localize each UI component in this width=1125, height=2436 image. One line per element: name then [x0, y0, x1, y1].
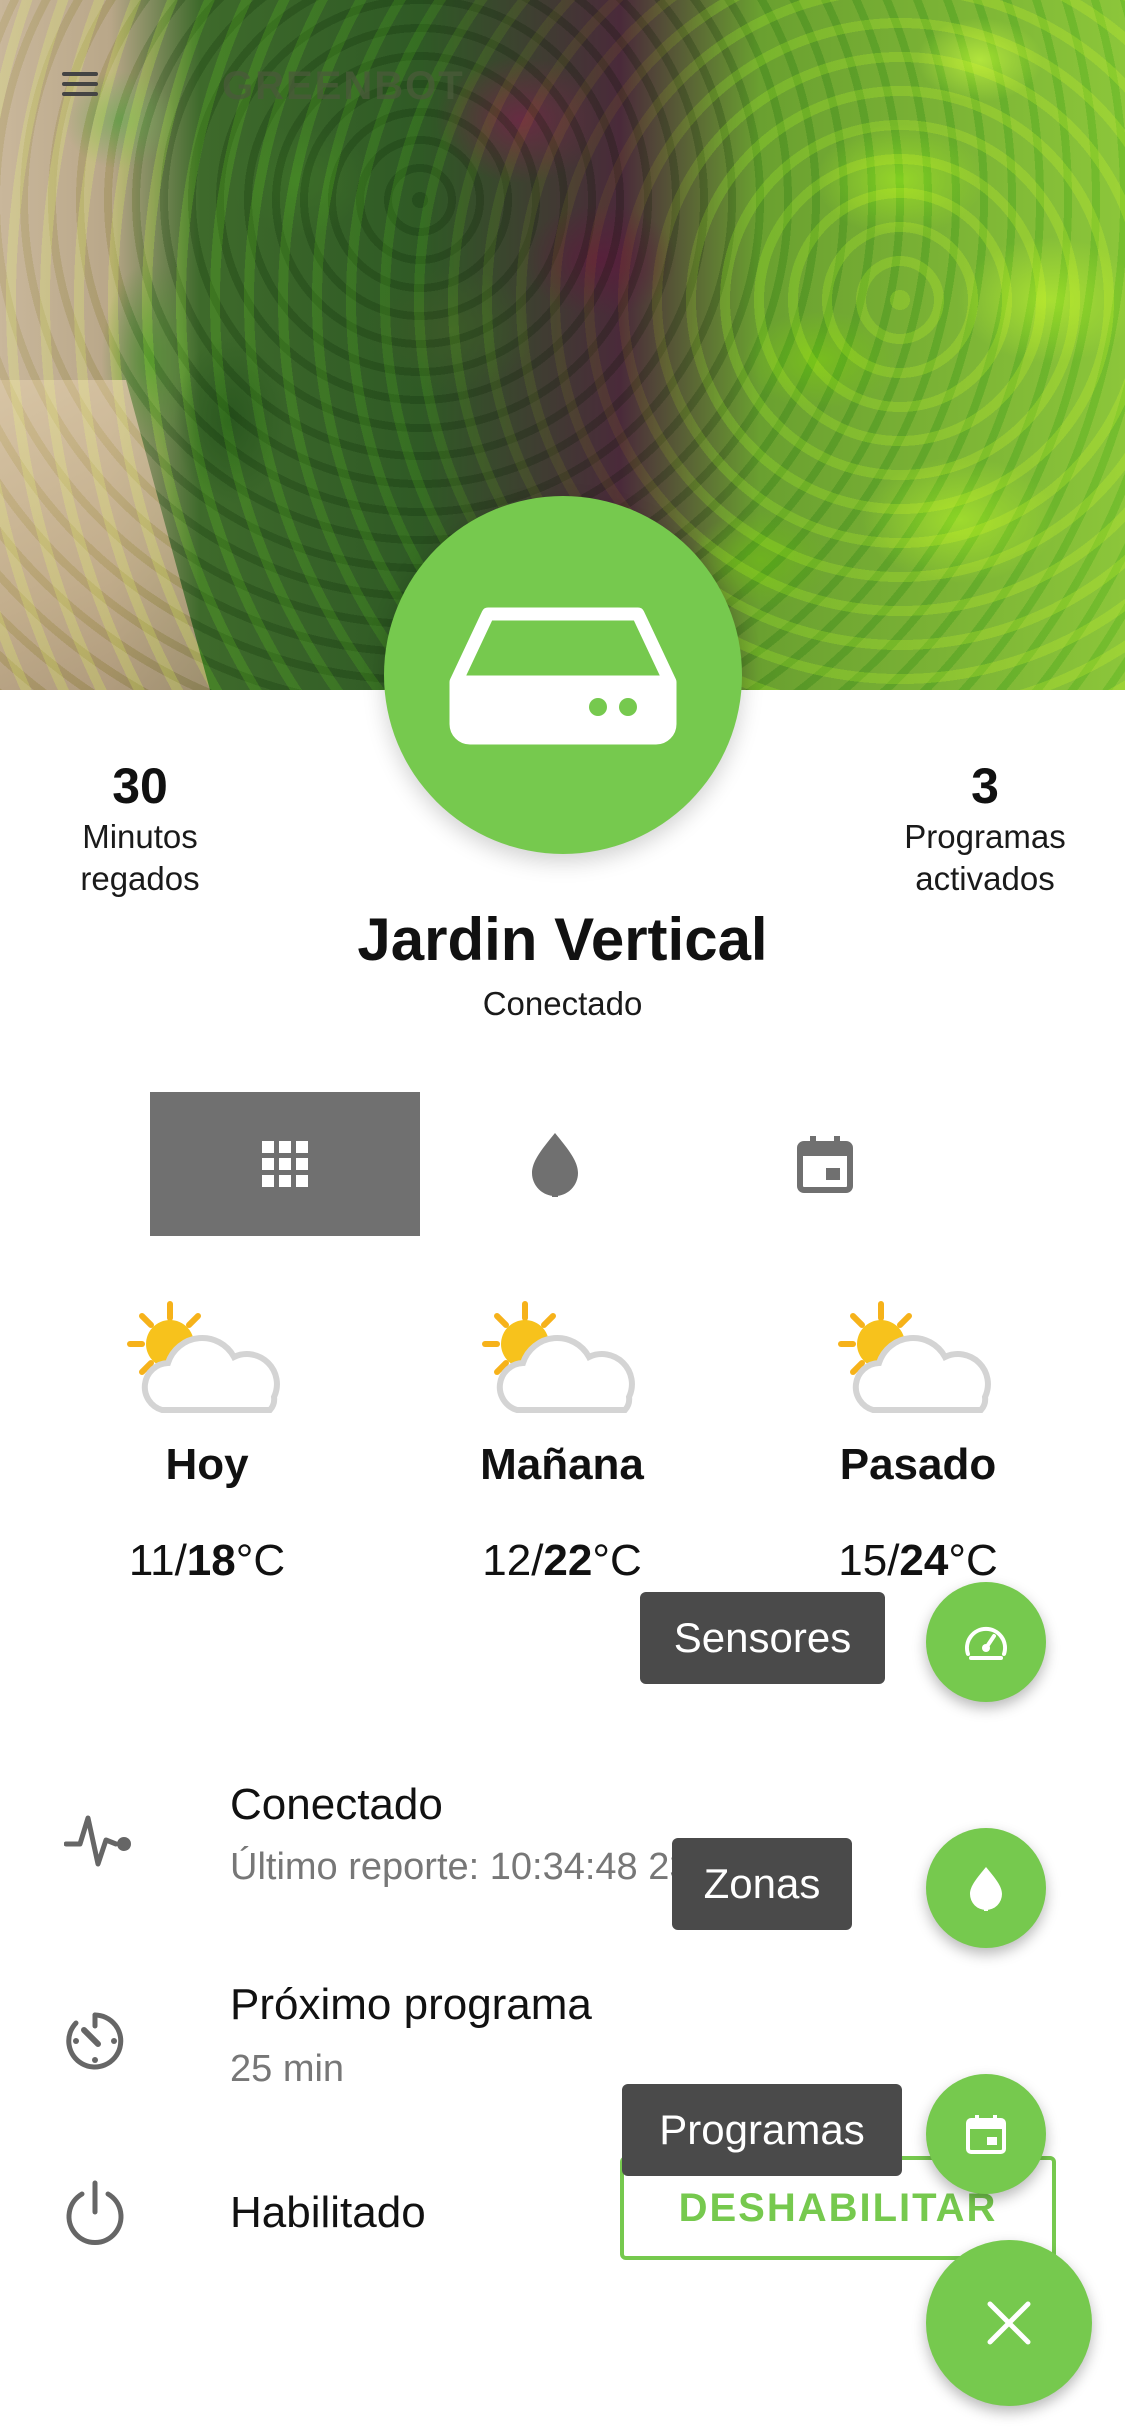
minutes-watered-stat: 30 Minutos regados [10, 756, 270, 900]
connection-title: Conectado [230, 1780, 443, 1829]
next-program-time: 25 min [230, 2048, 345, 2090]
minutes-watered-value: 30 [112, 758, 168, 814]
forecast-day-name: Hoy [165, 1440, 249, 1489]
power-icon [66, 2180, 124, 2245]
zones-action-label[interactable]: Zonas [672, 1838, 852, 1930]
minutes-watered-label-1: Minutos [82, 818, 198, 855]
calendar-icon [966, 2115, 1006, 2154]
device-name: Jardin Vertical [357, 906, 768, 973]
partly-cloudy-icon [838, 1301, 991, 1413]
forecast-temps: 15/24°C [838, 1536, 998, 1585]
next-program-title: Próximo programa [230, 1980, 592, 2029]
sensors-action-label[interactable]: Sensores [640, 1592, 885, 1684]
water-drop-icon [970, 1867, 1002, 1911]
sensors-fab[interactable] [926, 1582, 1046, 1702]
device-screen: GREENBOT 30 Minutos regados 3 Programas … [0, 0, 1125, 2436]
enabled-title: Habilitado [230, 2188, 426, 2237]
section-tabs [150, 1092, 960, 1236]
activity-icon [64, 1815, 131, 1867]
active-programs-value: 3 [971, 758, 999, 814]
speedometer-icon [965, 1626, 1007, 1660]
minutes-watered-label-2: regados [80, 860, 200, 897]
forecast-temps: 11/18°C [128, 1536, 286, 1585]
timer-icon [66, 2012, 124, 2070]
zones-fab[interactable] [926, 1828, 1046, 1948]
forecast-day-name: Pasado [839, 1440, 997, 1489]
app-title: GREENBOT [222, 64, 465, 108]
tab-overview[interactable] [150, 1092, 420, 1236]
partly-cloudy-icon [127, 1301, 280, 1413]
forecast-temps: 12/22°C [482, 1536, 642, 1585]
grid-icon [262, 1141, 308, 1187]
active-programs-label-1: Programas [904, 818, 1066, 855]
forecast-day: Hoy 11/18°C [57, 1300, 357, 1586]
tab-programs[interactable] [690, 1092, 960, 1236]
water-drop-icon [532, 1133, 578, 1197]
calendar-icon [797, 1136, 853, 1193]
app-bar: GREENBOT [0, 40, 1125, 130]
device-status: Conectado [482, 985, 643, 1022]
forecast-day: Pasado 15/24°C [768, 1300, 1068, 1586]
close-icon [987, 2301, 1031, 2345]
programs-fab[interactable] [926, 2074, 1046, 2194]
forecast-day: Mañana 12/22°C [412, 1300, 712, 1586]
close-speed-dial-button[interactable] [926, 2240, 1092, 2406]
weather-forecast: Hoy 11/18°C Mañana 12/22°C Pasado 15/24°… [0, 1300, 1125, 1630]
router-icon [449, 607, 677, 745]
active-programs-stat: 3 Programas activados [855, 756, 1115, 900]
tab-zones[interactable] [420, 1092, 690, 1236]
forecast-day-name: Mañana [480, 1440, 644, 1489]
programs-action-label[interactable]: Programas [622, 2084, 902, 2176]
active-programs-label-2: activados [915, 860, 1055, 897]
partly-cloudy-icon [482, 1301, 635, 1413]
menu-icon[interactable] [56, 60, 104, 108]
device-avatar [384, 496, 742, 854]
